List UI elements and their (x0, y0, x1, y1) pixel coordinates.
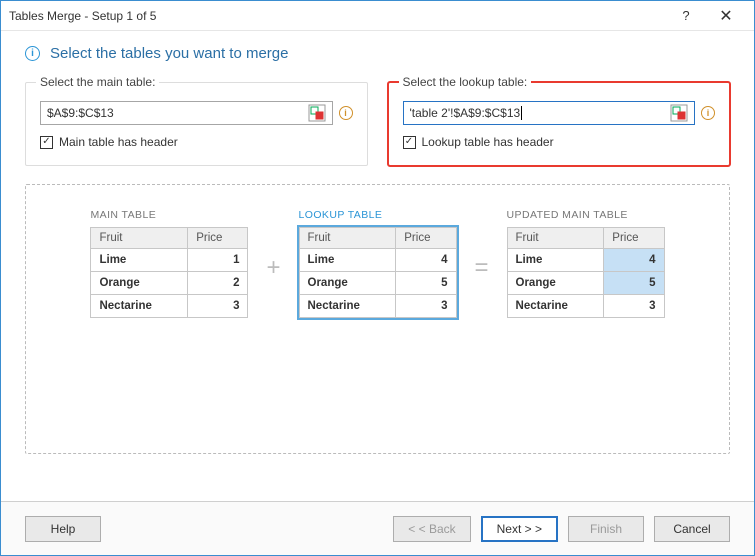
titlebar: Tables Merge - Setup 1 of 5 ? ✕ (1, 1, 754, 31)
col-header: Price (396, 228, 456, 249)
main-table-value: $A$9:$C$13 (47, 106, 114, 120)
table-row: Orange5 (299, 272, 456, 295)
main-table-input[interactable]: $A$9:$C$13 (40, 101, 333, 125)
lookup-header-checkbox-label: Lookup table has header (422, 135, 554, 149)
info-icon: i (25, 46, 40, 61)
plus-icon: + (266, 254, 280, 282)
lookup-table-title: LOOKUP TABLE (299, 209, 457, 221)
cancel-button[interactable]: Cancel (654, 516, 730, 542)
instruction-row: i Select the tables you want to merge (25, 45, 730, 62)
range-selector-icon[interactable] (670, 104, 688, 122)
info-icon[interactable]: i (701, 106, 715, 120)
table-row: Lime1 (91, 249, 248, 272)
selection-panels: Select the main table: $A$9:$C$13 i ✓ Ma… (25, 82, 730, 166)
table-row: Nectarine3 (299, 295, 456, 318)
lookup-table: FruitPrice Lime4 Orange5 Nectarine3 (299, 227, 457, 318)
finish-button: Finish (568, 516, 644, 542)
col-header: Price (188, 228, 248, 249)
table-row: Lime4 (507, 249, 664, 272)
button-bar: Help < < Back Next > > Finish Cancel (1, 501, 754, 555)
col-header: Fruit (507, 228, 604, 249)
help-button[interactable]: Help (25, 516, 101, 542)
updated-table-preview: UPDATED MAIN TABLE FruitPrice Lime4 Oran… (507, 209, 665, 318)
main-table-preview: MAIN TABLE FruitPrice Lime1 Orange2 Nect… (90, 209, 248, 318)
instruction-text: Select the tables you want to merge (50, 45, 288, 62)
info-icon[interactable]: i (339, 106, 353, 120)
table-row: Lime4 (299, 249, 456, 272)
window-title: Tables Merge - Setup 1 of 5 (9, 9, 666, 23)
back-button: < < Back (393, 516, 470, 542)
range-selector-icon[interactable] (308, 104, 326, 122)
table-row: Orange2 (91, 272, 248, 295)
col-header: Fruit (91, 228, 188, 249)
table-row: Nectarine3 (507, 295, 664, 318)
lookup-table-label: Select the lookup table: (399, 75, 532, 89)
main-table-label: Select the main table: (36, 75, 159, 89)
lookup-table-input[interactable]: 'table 2'!$A$9:$C$13 (403, 101, 696, 125)
lookup-table-value: 'table 2'!$A$9:$C$13 (410, 106, 526, 120)
lookup-header-checkbox-row[interactable]: ✓ Lookup table has header (403, 135, 716, 149)
dialog-window: Tables Merge - Setup 1 of 5 ? ✕ i Select… (0, 0, 755, 556)
help-button[interactable]: ? (666, 2, 706, 30)
equals-icon: = (475, 254, 489, 282)
col-header: Price (604, 228, 664, 249)
main-table: FruitPrice Lime1 Orange2 Nectarine3 (90, 227, 248, 318)
checkbox-checked-icon: ✓ (403, 136, 416, 149)
dialog-content: i Select the tables you want to merge Se… (1, 31, 754, 472)
main-header-checkbox-label: Main table has header (59, 135, 178, 149)
main-header-checkbox-row[interactable]: ✓ Main table has header (40, 135, 353, 149)
main-table-panel: Select the main table: $A$9:$C$13 i ✓ Ma… (25, 82, 368, 166)
col-header: Fruit (299, 228, 396, 249)
next-button[interactable]: Next > > (481, 516, 558, 542)
close-button[interactable]: ✕ (706, 2, 746, 30)
lookup-table-preview: LOOKUP TABLE FruitPrice Lime4 Orange5 Ne… (299, 209, 457, 318)
lookup-table-panel: Select the lookup table: 'table 2'!$A$9:… (388, 82, 731, 166)
updated-table: FruitPrice Lime4 Orange5 Nectarine3 (507, 227, 665, 318)
preview-area: MAIN TABLE FruitPrice Lime1 Orange2 Nect… (25, 184, 730, 454)
main-table-title: MAIN TABLE (90, 209, 248, 221)
table-row: Nectarine3 (91, 295, 248, 318)
table-row: Orange5 (507, 272, 664, 295)
updated-table-title: UPDATED MAIN TABLE (507, 209, 665, 221)
checkbox-checked-icon: ✓ (40, 136, 53, 149)
